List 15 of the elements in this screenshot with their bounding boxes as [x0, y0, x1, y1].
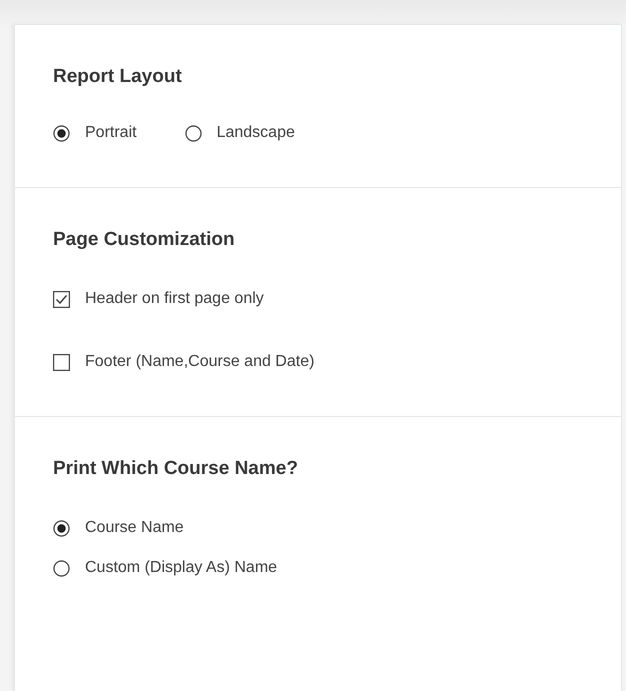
option-label[interactable]: Footer (Name,Course and Date) [85, 351, 314, 373]
option-label[interactable]: Course Name [85, 517, 184, 539]
radio-button[interactable] [184, 124, 202, 142]
section-heading: Print Which Course Name? [53, 457, 298, 481]
option-label[interactable]: Portrait [85, 122, 137, 144]
radio-button[interactable] [53, 560, 70, 576]
checkbox[interactable] [53, 354, 70, 370]
section-heading: Report Layout [53, 65, 182, 89]
radio-button[interactable] [53, 520, 70, 536]
option-label[interactable]: Header on first page only [85, 288, 264, 310]
radio-button[interactable] [53, 124, 70, 142]
option-label[interactable]: Landscape [216, 122, 295, 144]
option-label[interactable]: Custom (Display As) Name [85, 557, 278, 579]
section-heading: Page Customization [53, 228, 235, 252]
checkbox[interactable] [53, 290, 70, 308]
